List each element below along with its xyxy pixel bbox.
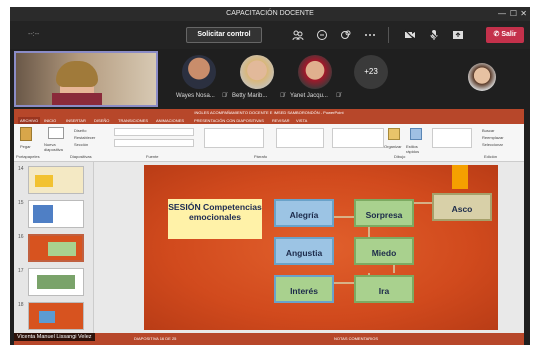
presenter-hair	[56, 61, 98, 87]
participant-name: Yanet Jacqu...	[290, 93, 328, 99]
shared-powerpoint: INGLES ACOMPAÑAMIENTO DOCENTE E IMSED SA…	[14, 109, 524, 345]
toolbar-divider	[388, 27, 389, 43]
emotion-box-alegria: Alegría	[274, 199, 334, 227]
group-slides: Diapositivas	[70, 154, 92, 159]
tab-insertar[interactable]: INSERTAR	[66, 117, 86, 124]
participants-icon[interactable]	[292, 29, 304, 41]
arrange-label: Organizar	[384, 144, 402, 149]
thumb-number: 14	[18, 166, 24, 172]
quick-styles-icon[interactable]	[410, 128, 422, 140]
participant-avatar[interactable]	[298, 55, 332, 89]
thumb-number: 16	[18, 234, 24, 240]
slide-thumb[interactable]	[28, 302, 84, 330]
emotion-box-sorpresa: Sorpresa	[354, 199, 414, 227]
slide-thumb-active[interactable]	[28, 234, 84, 262]
request-control-button[interactable]: Solicitar control	[186, 27, 262, 43]
slide-title-box: SESIÓN Competencias emocionales	[168, 199, 262, 239]
presenter-video[interactable]	[14, 51, 158, 107]
find-button[interactable]: Buscar	[482, 128, 494, 133]
mic-off-icon[interactable]	[428, 29, 440, 41]
meeting-toolbar: --:-- Solicitar control ✆ Salir	[10, 21, 530, 49]
tab-archivo[interactable]: ARCHIVO	[18, 117, 41, 124]
mic-muted-icon: 🎙̸	[280, 93, 285, 99]
teams-meeting-window: CAPACITACIÓN DOCENTE — ☐ ✕ --:-- Solicit…	[10, 7, 530, 345]
tab-animaciones[interactable]: ANIMACIONES	[156, 117, 184, 124]
tab-transiciones[interactable]: TRANSICIONES	[118, 117, 148, 124]
paste-icon[interactable]	[20, 127, 32, 141]
text-direction-controls[interactable]	[276, 128, 324, 148]
mic-muted-icon: 🎙̸	[336, 93, 341, 99]
more-participants-badge[interactable]: +23	[354, 55, 388, 89]
current-slide[interactable]: SESIÓN Competencias emocionales Alegría …	[144, 165, 498, 330]
participant-strip: Wayes Nosa... 🎙̸ Betty Marib... 🎙̸ Yanet…	[10, 49, 530, 109]
thumb-number: 18	[18, 302, 24, 308]
reset-label[interactable]: Restablecer	[74, 135, 95, 140]
group-drawing: Dibujo	[394, 154, 406, 159]
slide-thumbnails: 14 15 16 17 18	[14, 162, 94, 333]
window-title-bar: CAPACITACIÓN DOCENTE	[10, 7, 530, 21]
emotion-box-angustia: Angustia	[274, 237, 334, 265]
section-label[interactable]: Sección	[74, 142, 88, 147]
share-screen-icon[interactable]	[452, 29, 464, 41]
window-title: CAPACITACIÓN DOCENTE	[226, 10, 314, 17]
font-format-bar[interactable]	[114, 139, 194, 147]
slide-thumb[interactable]	[28, 200, 84, 228]
font-selector[interactable]	[114, 128, 194, 136]
layout-label[interactable]: Diseño	[74, 128, 86, 133]
group-font: Fuente	[146, 154, 159, 159]
reactions-icon[interactable]	[340, 29, 352, 41]
slide-thumb[interactable]	[28, 268, 84, 296]
presenter-shirt	[52, 93, 102, 105]
chat-icon[interactable]	[316, 29, 328, 41]
call-timer: --:--	[28, 31, 40, 38]
new-slide-icon[interactable]	[48, 127, 64, 139]
leave-meeting-button[interactable]: ✆ Salir	[486, 27, 524, 43]
more-icon[interactable]	[364, 29, 376, 41]
participant-avatar[interactable]	[240, 55, 274, 89]
tab-inicio[interactable]: INICIO	[44, 117, 56, 124]
tab-diseno[interactable]: DISEÑO	[94, 117, 109, 124]
mic-muted-icon: 🎙̸	[222, 93, 227, 99]
emotion-box-interes: Interés	[274, 275, 334, 303]
ppt-title-bar: INGLES ACOMPAÑAMIENTO DOCENTE E IMSED SA…	[14, 109, 524, 117]
shape-format-controls[interactable]	[432, 128, 472, 148]
new-slide-label: Nueva diapositiva	[44, 142, 63, 152]
tab-vista[interactable]: VISTA	[296, 117, 307, 124]
speaker-name-label: Vicenta Manuel Lissangi Velez	[14, 333, 95, 341]
participant-name: Wayes Nosa...	[176, 93, 215, 99]
emotion-box-ira: Ira	[354, 275, 414, 303]
slide-thumb[interactable]	[28, 166, 84, 194]
tab-revisar[interactable]: REVISAR	[272, 117, 290, 124]
slide-counter: DIAPOSITIVA 16 DE 25	[134, 336, 177, 341]
ppt-ribbon-tabs: ARCHIVO INICIO INSERTAR DISEÑO TRANSICIO…	[14, 117, 524, 124]
paragraph-controls[interactable]	[204, 128, 264, 148]
minimize-icon[interactable]: —	[498, 7, 506, 21]
group-clipboard: Portapapeles	[16, 154, 40, 159]
group-paragraph: Párrafo	[254, 154, 268, 159]
notes-comments[interactable]: NOTAS COMENTARIOS	[334, 333, 378, 345]
participant-avatar[interactable]	[182, 55, 216, 89]
tab-presentacion[interactable]: PRESENTACIÓN CON DIAPOSITIVAS	[194, 117, 264, 124]
participant-name: Betty Marib...	[232, 93, 268, 99]
group-editing: Edición	[484, 154, 498, 159]
shapes-gallery[interactable]	[332, 128, 384, 148]
emotion-box-miedo: Miedo	[354, 237, 414, 265]
select-button[interactable]: Seleccionar	[482, 142, 503, 147]
camera-off-icon[interactable]	[404, 29, 416, 41]
paste-label: Pegar	[20, 144, 31, 149]
quick-styles-label: Estilos rápidos	[406, 144, 420, 154]
ppt-ribbon: Pegar Nueva diapositiva Diseño Restablec…	[14, 124, 524, 162]
close-icon[interactable]: ✕	[520, 7, 527, 21]
self-avatar[interactable]	[468, 63, 496, 91]
thumb-number: 17	[18, 268, 24, 274]
leave-label: Salir	[501, 31, 517, 38]
slide-canvas: SESIÓN Competencias emocionales Alegría …	[94, 162, 524, 333]
maximize-icon[interactable]: ☐	[510, 7, 517, 21]
arrange-icon[interactable]	[388, 128, 400, 140]
emotion-box-asco: Asco	[432, 193, 492, 221]
thumb-number: 15	[18, 200, 24, 206]
replace-button[interactable]: Reemplazar	[482, 135, 504, 140]
